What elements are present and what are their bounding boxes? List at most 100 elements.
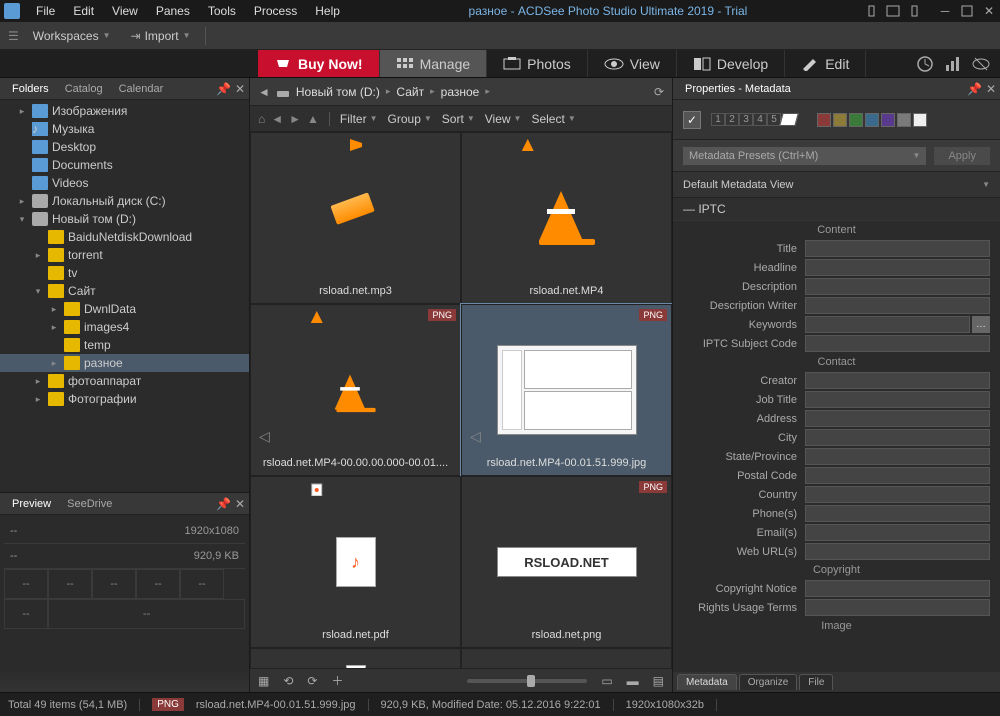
field-descwriter[interactable] xyxy=(805,297,990,314)
tab-catalog[interactable]: Catalog xyxy=(57,81,111,97)
back-icon[interactable]: ◄ xyxy=(258,85,270,99)
buy-now-button[interactable]: Buy Now! xyxy=(258,50,380,77)
layout-icon-1[interactable] xyxy=(868,4,882,18)
field-state[interactable] xyxy=(805,448,990,465)
tree-node[interactable]: Desktop xyxy=(0,138,249,156)
mode-photos[interactable]: Photos xyxy=(487,50,588,77)
mode-edit[interactable]: Edit xyxy=(785,50,866,77)
refresh-icon[interactable] xyxy=(916,55,934,73)
workspaces-dropdown[interactable]: Workspaces▼ xyxy=(27,27,117,45)
field-emails[interactable] xyxy=(805,524,990,541)
field-phones[interactable] xyxy=(805,505,990,522)
tree-node[interactable]: ▸Локальный диск (C:) xyxy=(0,192,249,210)
field-headline[interactable] xyxy=(805,259,990,276)
field-address[interactable] xyxy=(805,410,990,427)
select-dropdown[interactable]: Select▼ xyxy=(531,112,575,126)
field-rights[interactable] xyxy=(805,599,990,616)
nav-fwd-icon[interactable]: ► xyxy=(289,112,301,126)
thumb-pdf[interactable]: ♪ rsload.net.pdf xyxy=(250,476,461,648)
tree-node[interactable]: ▸фотоаппарат xyxy=(0,372,249,390)
tab-seedrive[interactable]: SeeDrive xyxy=(59,496,120,512)
menu-file[interactable]: File xyxy=(28,2,63,20)
breadcrumb-item[interactable]: Новый том (D:) xyxy=(296,85,380,99)
view-dropdown[interactable]: View▼ xyxy=(485,112,522,126)
tree-node[interactable]: tv xyxy=(0,264,249,282)
close-panel-icon[interactable]: ✕ xyxy=(235,497,245,511)
home-icon[interactable]: ⌂ xyxy=(258,112,265,126)
field-city[interactable] xyxy=(805,429,990,446)
tree-node[interactable]: temp xyxy=(0,336,249,354)
mode-view[interactable]: View xyxy=(588,50,677,77)
menu-tools[interactable]: Tools xyxy=(200,2,244,20)
nav-up-icon[interactable]: ▲ xyxy=(307,112,319,126)
metadata-view-dropdown[interactable]: Default Metadata View xyxy=(683,179,982,191)
tree-node[interactable]: ▾Новый том (D:) xyxy=(0,210,249,228)
field-country[interactable] xyxy=(805,486,990,503)
menu-edit[interactable]: Edit xyxy=(65,2,102,20)
field-description[interactable] xyxy=(805,278,990,295)
app-menu-icon[interactable]: ☰ xyxy=(8,29,19,43)
field-postal[interactable] xyxy=(805,467,990,484)
field-jobtitle[interactable] xyxy=(805,391,990,408)
view-mode-icon[interactable]: ▭ xyxy=(601,674,612,688)
menu-help[interactable]: Help xyxy=(307,2,348,20)
view-mode-icon[interactable]: ▤ xyxy=(653,674,664,688)
menu-view[interactable]: View xyxy=(104,2,146,20)
pin-icon[interactable]: 📌 xyxy=(216,82,231,96)
tree-node[interactable]: ▾Сайт xyxy=(0,282,249,300)
close-button[interactable]: ✕ xyxy=(982,4,996,18)
breadcrumb-item[interactable]: разное xyxy=(441,85,480,99)
tree-node[interactable]: ▸DwnlData xyxy=(0,300,249,318)
tree-node-selected[interactable]: ▸разное xyxy=(0,354,249,372)
nav-back-icon[interactable]: ◄ xyxy=(271,112,283,126)
metadata-presets-dropdown[interactable]: Metadata Presets (Ctrl+M)▼ xyxy=(683,147,926,165)
tab-organize[interactable]: Organize xyxy=(739,674,798,690)
group-dropdown[interactable]: Group▼ xyxy=(388,112,432,126)
color-label-swatches[interactable] xyxy=(817,113,927,127)
mode-manage[interactable]: Manage xyxy=(380,50,488,77)
rotate-right-icon[interactable]: ⟳ xyxy=(307,674,317,688)
tree-node[interactable]: ▸Фотографии xyxy=(0,390,249,408)
field-weburls[interactable] xyxy=(805,543,990,560)
keywords-browse-button[interactable]: … xyxy=(972,316,990,333)
menu-panes[interactable]: Panes xyxy=(148,2,198,20)
tree-node[interactable]: ▸images4 xyxy=(0,318,249,336)
menu-process[interactable]: Process xyxy=(246,2,305,20)
eye-icon[interactable] xyxy=(972,55,990,73)
tree-node[interactable]: ▸torrent xyxy=(0,246,249,264)
filter-dropdown[interactable]: Filter▼ xyxy=(340,112,378,126)
check-toggle[interactable]: ✓ xyxy=(683,111,701,129)
tab-preview[interactable]: Preview xyxy=(4,496,59,512)
thumb-jpg1[interactable]: PNG ◁ rsload.net.MP4-00.00.00.000-00.01.… xyxy=(250,304,461,476)
iptc-section[interactable]: — IPTC xyxy=(673,198,1000,221)
field-creator[interactable] xyxy=(805,372,990,389)
thumb-mp3[interactable]: rsload.net.mp3 xyxy=(250,132,461,304)
add-icon[interactable]: ＋ xyxy=(331,672,343,689)
pin-icon[interactable]: 📌 xyxy=(216,497,231,511)
close-panel-icon[interactable]: ✕ xyxy=(986,82,996,96)
thumb-png[interactable]: PNG RSLOAD.NET rsload.net.png xyxy=(461,476,672,648)
tab-calendar[interactable]: Calendar xyxy=(111,81,172,97)
minimize-button[interactable]: ─ xyxy=(938,4,952,18)
tab-file[interactable]: File xyxy=(799,674,833,690)
tree-node[interactable]: Videos xyxy=(0,174,249,192)
field-title[interactable] xyxy=(805,240,990,257)
field-subjcode[interactable] xyxy=(805,335,990,352)
rotate-left-icon[interactable]: ⟲ xyxy=(283,674,293,688)
rating-numbers[interactable]: 12345 xyxy=(711,113,797,126)
import-dropdown[interactable]: ⇥Import▼ xyxy=(125,27,197,45)
tab-folders[interactable]: Folders xyxy=(4,81,57,97)
thumb-empty[interactable] xyxy=(461,648,672,668)
mode-develop[interactable]: Develop xyxy=(677,50,785,77)
maximize-button[interactable] xyxy=(960,4,974,18)
refresh-icon[interactable]: ⟳ xyxy=(654,85,664,99)
tree-node[interactable]: BaiduNetdiskDownload xyxy=(0,228,249,246)
field-copyright-notice[interactable] xyxy=(805,580,990,597)
tool-icon[interactable]: ▦ xyxy=(258,674,269,688)
tree-node[interactable]: ▸Изображения xyxy=(0,102,249,120)
field-keywords[interactable] xyxy=(805,316,970,333)
tree-node[interactable]: Documents xyxy=(0,156,249,174)
close-panel-icon[interactable]: ✕ xyxy=(235,82,245,96)
layout-icon-2[interactable] xyxy=(886,4,900,18)
thumb-mp4[interactable]: rsload.net.MP4 xyxy=(461,132,672,304)
